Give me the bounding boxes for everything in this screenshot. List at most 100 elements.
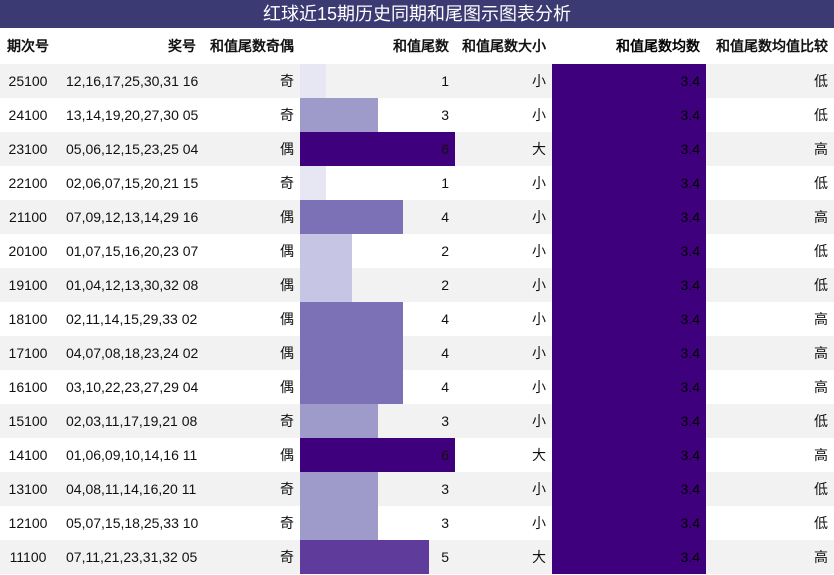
cell-size: 小 xyxy=(455,64,552,98)
cell-prize: 05,06,12,15,23,25 04 xyxy=(58,132,202,166)
cell-prize: 13,14,19,20,27,30 05 xyxy=(66,107,199,123)
cell-parity: 奇 xyxy=(202,472,300,506)
table-row: 22100 02,06,07,15,20,21 15 奇 1 小 3.4 低 xyxy=(0,166,834,200)
table-row: 14100 01,06,09,10,14,16 11 偶 6 大 3.4 高 xyxy=(0,438,834,472)
cell-prize: 12,16,17,25,30,31 16 xyxy=(58,64,202,98)
cell-tail: 3 xyxy=(300,472,455,506)
cell-issue: 15100 xyxy=(0,404,58,438)
cell-parity: 奇 xyxy=(202,404,300,438)
cell-tail: 2 xyxy=(300,234,455,268)
cell-cmp: 低 xyxy=(814,243,828,259)
cell-prize: 02,11,14,15,29,33 02 xyxy=(66,311,198,327)
cell-issue: 20100 xyxy=(8,243,48,259)
cell-parity: 偶 xyxy=(280,379,294,395)
cell-prize: 05,07,15,18,25,33 10 xyxy=(66,515,199,531)
tail-bar xyxy=(300,200,404,234)
cell-tail: 3 xyxy=(300,404,455,438)
cell-issue: 14100 xyxy=(8,447,48,463)
cell-size: 小 xyxy=(455,472,552,506)
cell-tail: 4 xyxy=(300,200,455,234)
header-avg[interactable]: 和值尾数均数 xyxy=(552,28,706,64)
cell-parity: 奇 xyxy=(280,107,294,123)
cell-cmp: 低 xyxy=(814,107,828,123)
cell-size: 小 xyxy=(532,243,546,259)
header-tail[interactable]: 和值尾数 xyxy=(300,28,455,64)
table-row: 23100 05,06,12,15,23,25 04 偶 6 大 3.4 高 xyxy=(0,132,834,166)
cell-cmp: 高 xyxy=(814,379,828,395)
tail-bar xyxy=(300,336,404,370)
tail-value: 5 xyxy=(441,549,449,565)
tail-bar xyxy=(300,438,455,472)
table-row: 20100 01,07,15,16,20,23 07 偶 2 小 3.4 低 xyxy=(0,234,834,268)
tail-bar xyxy=(300,506,378,540)
cell-prize: 01,07,15,16,20,23 07 xyxy=(66,243,199,259)
cell-tail: 6 xyxy=(300,438,455,472)
cell-cmp: 低 xyxy=(706,64,834,98)
tail-value: 6 xyxy=(441,141,449,157)
cell-parity: 奇 xyxy=(202,64,300,98)
tail-value: 3 xyxy=(441,515,449,531)
cell-prize: 04,08,11,14,16,20 11 xyxy=(58,472,202,506)
cell-size: 小 xyxy=(455,404,552,438)
table-row: 17100 04,07,08,18,23,24 02 偶 4 小 3.4 高 xyxy=(0,336,834,370)
header-parity[interactable]: 和值尾数奇偶 xyxy=(202,28,300,64)
cell-size: 小 xyxy=(532,175,546,191)
cell-size: 小 xyxy=(532,107,546,123)
cell-cmp: 高 xyxy=(814,447,828,463)
cell-size: 大 xyxy=(455,540,552,574)
cell-parity: 奇 xyxy=(202,540,300,574)
tail-value: 4 xyxy=(441,209,449,225)
cell-avg: 3.4 xyxy=(552,200,706,234)
cell-tail: 1 xyxy=(300,166,455,200)
tail-value: 4 xyxy=(441,311,449,327)
cell-cmp: 低 xyxy=(814,175,828,191)
cell-prize: 01,04,12,13,30,32 08 xyxy=(58,268,202,302)
table-row: 25100 12,16,17,25,30,31 16 奇 1 小 3.4 低 xyxy=(0,64,834,98)
cell-tail: 1 xyxy=(300,64,455,98)
cell-tail: 3 xyxy=(300,98,455,132)
cell-issue: 23100 xyxy=(0,132,58,166)
table-row: 11100 07,11,21,23,31,32 05 奇 5 大 3.4 高 xyxy=(0,540,834,574)
cell-issue: 19100 xyxy=(0,268,58,302)
cell-size: 小 xyxy=(455,336,552,370)
tail-value: 3 xyxy=(441,413,449,429)
tail-bar xyxy=(300,302,404,336)
tail-value: 4 xyxy=(441,379,449,395)
header-size[interactable]: 和值尾数大小 xyxy=(455,28,552,64)
cell-avg: 3.4 xyxy=(552,336,706,370)
table-row: 13100 04,08,11,14,16,20 11 奇 3 小 3.4 低 xyxy=(0,472,834,506)
cell-cmp: 高 xyxy=(706,200,834,234)
cell-issue: 21100 xyxy=(0,200,58,234)
cell-cmp: 低 xyxy=(706,404,834,438)
cell-parity: 偶 xyxy=(202,268,300,302)
cell-tail: 4 xyxy=(300,302,455,336)
cell-cmp: 高 xyxy=(706,336,834,370)
cell-tail: 4 xyxy=(300,370,455,404)
cell-parity: 偶 xyxy=(280,311,294,327)
cell-issue: 16100 xyxy=(8,379,48,395)
tail-bar xyxy=(300,472,378,506)
cell-prize: 07,09,12,13,14,29 16 xyxy=(58,200,202,234)
cell-prize: 04,07,08,18,23,24 02 xyxy=(58,336,202,370)
cell-avg: 3.4 xyxy=(552,472,706,506)
header-issue[interactable]: 期次号 xyxy=(0,28,58,64)
tail-bar xyxy=(300,234,352,268)
page-title: 红球近15期历史同期和尾图示图表分析 xyxy=(0,0,834,28)
tail-bar xyxy=(300,166,326,200)
cell-cmp: 低 xyxy=(706,472,834,506)
cell-parity: 偶 xyxy=(202,200,300,234)
header-cmp[interactable]: 和值尾数均值比较 xyxy=(706,28,834,64)
cell-parity: 奇 xyxy=(280,515,294,531)
cell-parity: 偶 xyxy=(202,132,300,166)
header-prize[interactable]: 奖号 xyxy=(58,28,202,64)
cell-size: 小 xyxy=(532,379,546,395)
cell-size: 小 xyxy=(532,515,546,531)
tail-value: 1 xyxy=(441,73,449,89)
cell-tail: 4 xyxy=(300,336,455,370)
history-table: 期次号 奖号 和值尾数奇偶 和值尾数 和值尾数大小 和值尾数均数 和值尾数均值比… xyxy=(0,28,834,574)
cell-prize: 02,03,11,17,19,21 08 xyxy=(58,404,202,438)
cell-cmp: 低 xyxy=(814,515,828,531)
cell-issue: 24100 xyxy=(8,107,48,123)
cell-avg: 3.4 xyxy=(552,98,706,132)
table-row: 12100 05,07,15,18,25,33 10 奇 3 小 3.4 低 xyxy=(0,506,834,540)
